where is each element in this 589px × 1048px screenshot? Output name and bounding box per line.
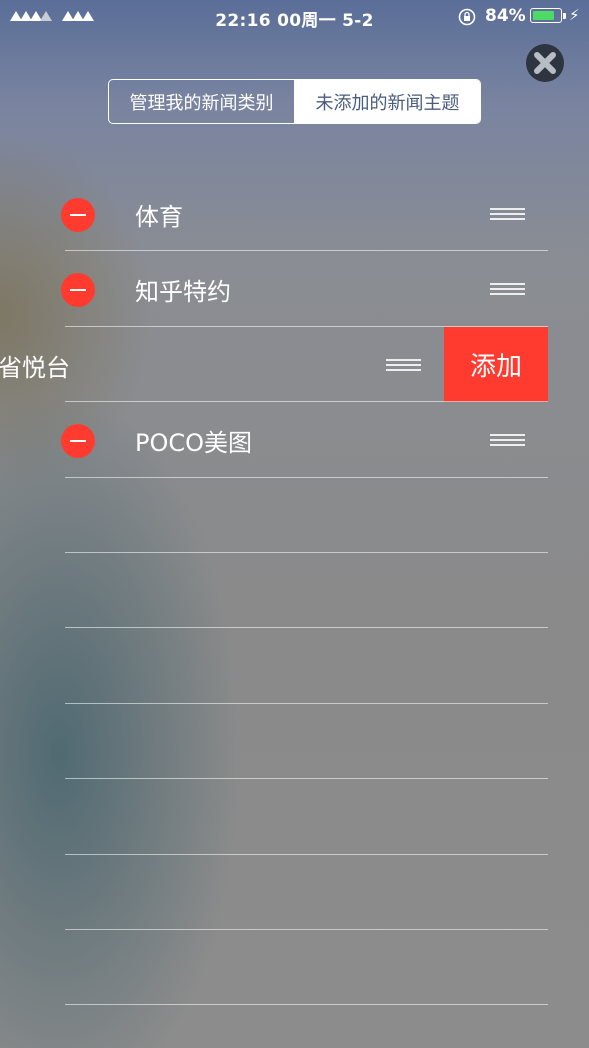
empty-row bbox=[0, 704, 589, 780]
list-item-label: POCO美图 bbox=[135, 429, 253, 458]
delete-circle-button[interactable] bbox=[61, 424, 95, 459]
category-list: 体育 知乎特约 省悦台 添加 POCO美图 bbox=[0, 176, 589, 1006]
empty-row bbox=[0, 478, 589, 553]
empty-row bbox=[0, 855, 589, 930]
rotation-lock-icon bbox=[458, 8, 476, 26]
empty-row bbox=[0, 930, 589, 1006]
tab-manage-categories[interactable]: 管理我的新闻类别 bbox=[109, 80, 295, 123]
list-item: 省悦台 添加 bbox=[0, 326, 589, 403]
close-button[interactable] bbox=[525, 43, 565, 83]
delete-circle-button[interactable] bbox=[61, 273, 95, 308]
empty-row bbox=[0, 553, 589, 629]
empty-row bbox=[0, 779, 589, 855]
battery-percent: 84% bbox=[485, 6, 526, 26]
reorder-handle-icon[interactable] bbox=[490, 434, 525, 447]
list-item-label: 知乎特约 bbox=[135, 278, 231, 307]
reorder-handle-icon[interactable] bbox=[490, 208, 525, 220]
tab-unadded-topics[interactable]: 未添加的新闻主题 bbox=[295, 80, 480, 123]
battery-icon bbox=[530, 8, 562, 23]
delete-circle-button[interactable] bbox=[61, 198, 95, 232]
status-bar: 22:16 00周一 5-2 84% ⚡ bbox=[0, 0, 589, 32]
charging-bolt-icon: ⚡ bbox=[569, 6, 580, 24]
list-item: POCO美图 bbox=[0, 402, 589, 478]
list-item-label: 省悦台 bbox=[0, 353, 70, 382]
list-item: 知乎特约 bbox=[0, 251, 589, 327]
list-item: 体育 bbox=[0, 176, 589, 252]
close-circle-icon bbox=[526, 44, 564, 82]
reorder-handle-icon[interactable] bbox=[490, 283, 525, 296]
category-segmented-control: 管理我的新闻类别 未添加的新闻主题 bbox=[108, 79, 481, 124]
empty-row bbox=[0, 628, 589, 704]
add-button[interactable]: 添加 bbox=[444, 326, 548, 402]
list-item-label: 体育 bbox=[135, 203, 183, 231]
reorder-handle-icon[interactable] bbox=[386, 358, 421, 371]
